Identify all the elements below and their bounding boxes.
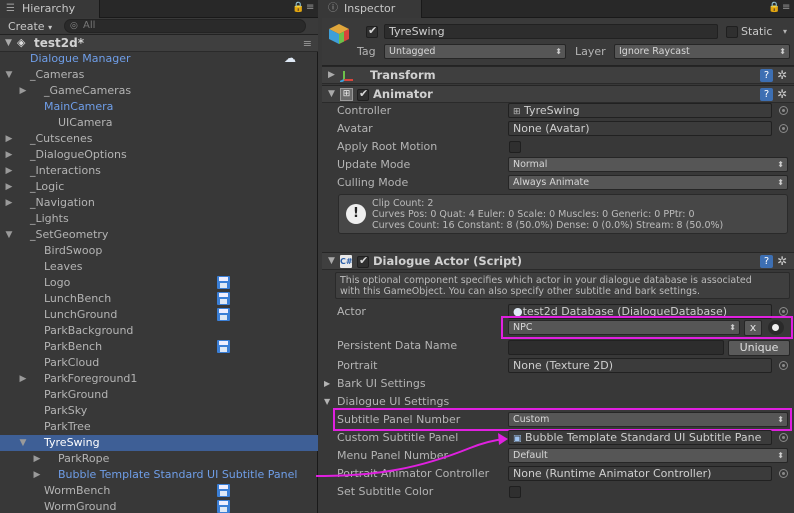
drag-arrow-annotation <box>315 433 508 477</box>
